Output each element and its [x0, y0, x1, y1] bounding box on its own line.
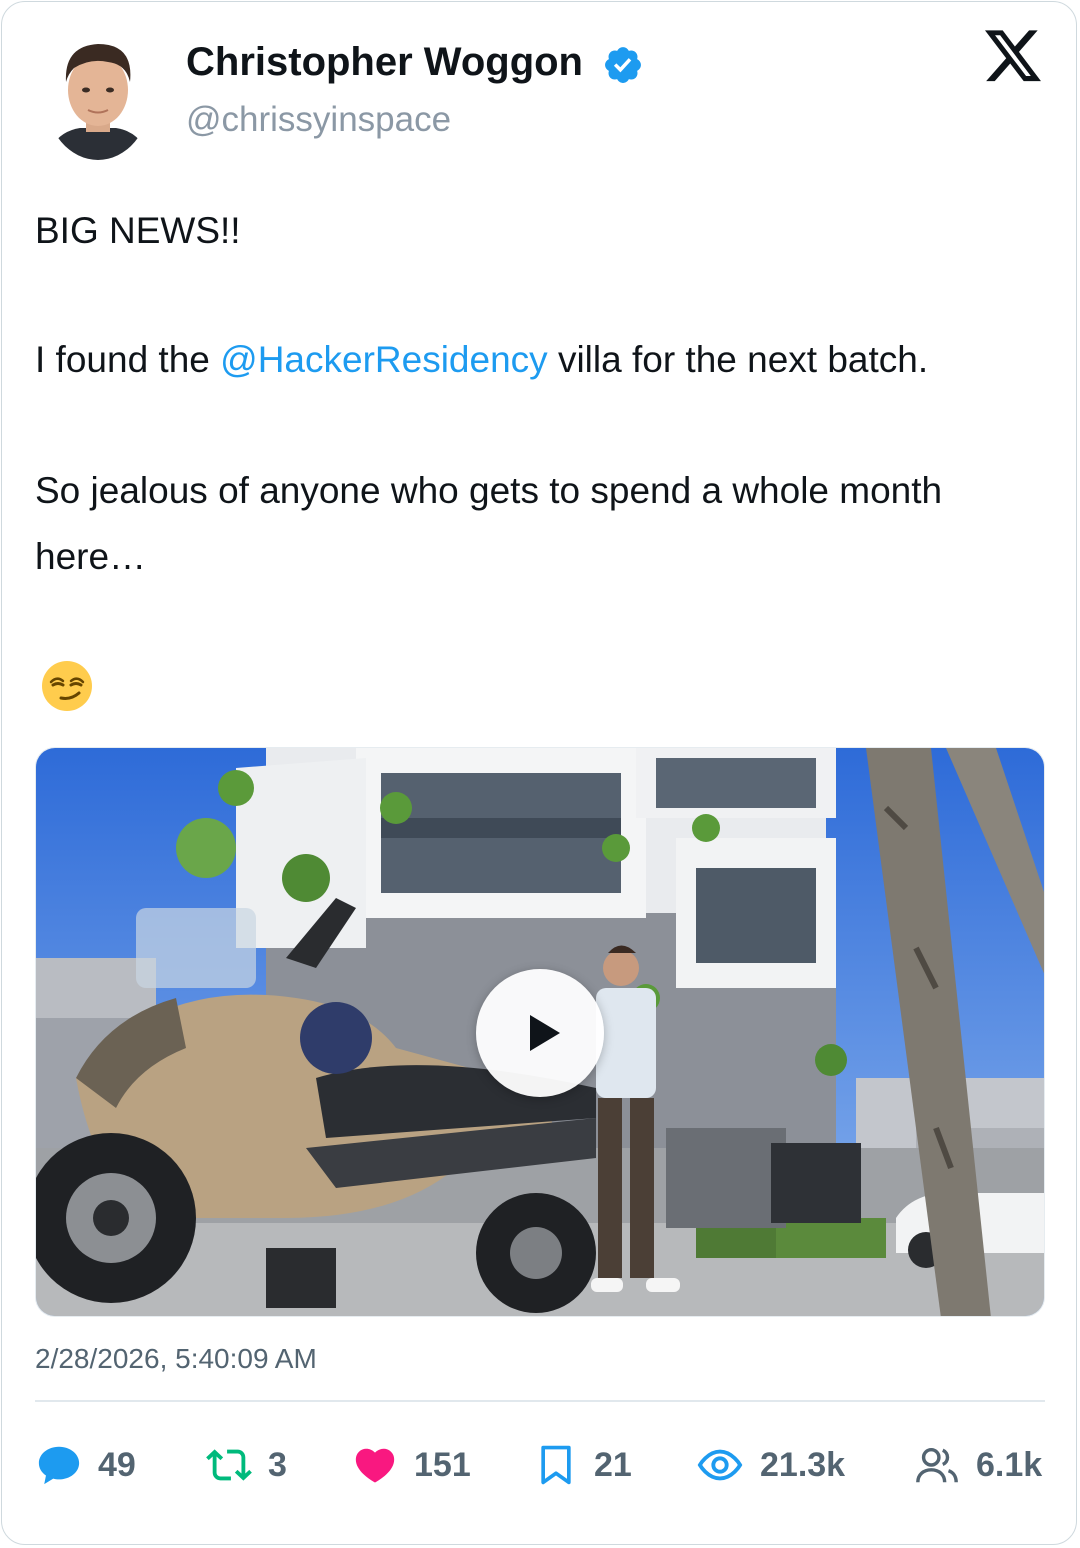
- play-button[interactable]: [476, 969, 604, 1097]
- smirking-face-icon: [42, 661, 92, 711]
- tweet-line-1: BIG NEWS!!: [35, 210, 241, 251]
- verified-badge-icon: [605, 47, 641, 83]
- tweet-line-4: here…: [35, 536, 147, 577]
- reply-icon: [38, 1446, 80, 1485]
- followers-button[interactable]: 6.1k: [914, 1440, 1042, 1490]
- bookmark-count: 21: [594, 1445, 632, 1484]
- followers-count: 6.1k: [976, 1445, 1043, 1484]
- people-icon: [916, 1447, 958, 1483]
- bookmark-button[interactable]: 21: [534, 1440, 632, 1490]
- bookmark-icon: [541, 1445, 571, 1485]
- mention-link[interactable]: @HackerResidency: [220, 339, 548, 380]
- author-name[interactable]: Christopher Woggon: [186, 40, 583, 85]
- heart-icon: [355, 1448, 395, 1483]
- video-thumbnail[interactable]: [35, 747, 1045, 1317]
- retweet-icon: [206, 1449, 252, 1481]
- like-count: 151: [414, 1445, 471, 1484]
- tweet-text-segment: I found the: [35, 339, 221, 380]
- author-handle[interactable]: @chrissyinspace: [186, 100, 451, 140]
- tweet-line-3: So jealous of anyone who gets to spend a…: [35, 470, 943, 511]
- views-count: 21.3k: [760, 1445, 846, 1484]
- retweet-count: 3: [268, 1445, 287, 1484]
- tweet-timestamp[interactable]: 2/28/2026, 5:40:09 AM: [35, 1343, 317, 1375]
- like-button[interactable]: 151: [352, 1440, 471, 1490]
- reply-button[interactable]: 49: [36, 1440, 136, 1490]
- x-logo-icon[interactable]: [985, 30, 1043, 84]
- reply-count: 49: [98, 1445, 136, 1484]
- divider: [35, 1400, 1045, 1402]
- play-icon: [530, 1015, 560, 1051]
- retweet-button[interactable]: 3: [206, 1440, 287, 1490]
- eye-icon: [697, 1449, 743, 1481]
- views-button[interactable]: 21.3k: [696, 1440, 845, 1490]
- tweet-line-2: I found the @HackerResidency villa for t…: [35, 327, 928, 393]
- tweet-text-segment: villa for the next batch.: [547, 339, 929, 380]
- avatar[interactable]: [46, 36, 150, 160]
